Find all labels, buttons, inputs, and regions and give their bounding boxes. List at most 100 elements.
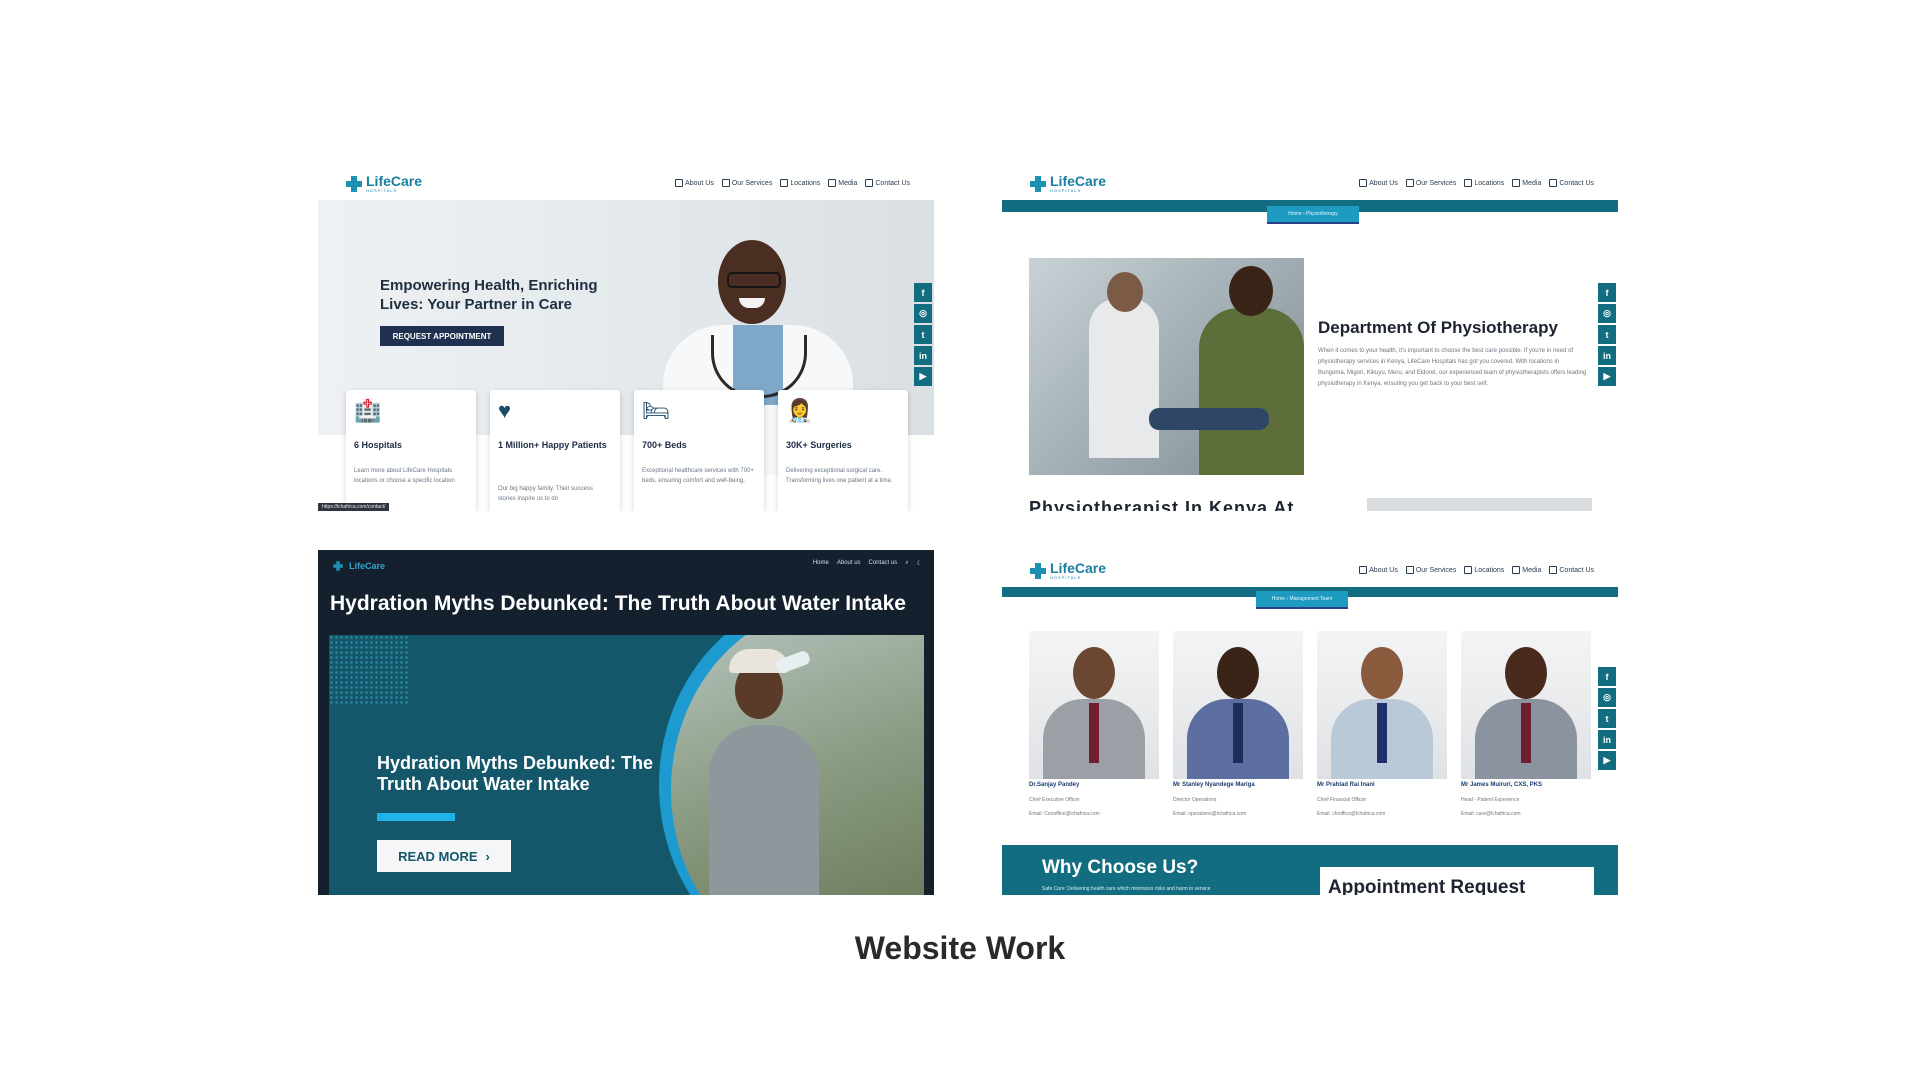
- member-email[interactable]: Email: care@lchafrica.com: [1461, 811, 1591, 817]
- physiotherapy-page-screenshot: LifeCare HOSPITALS About Us Our Services…: [1002, 168, 1618, 511]
- stat-text: Our big happy family. Their success stor…: [498, 486, 593, 502]
- instagram-icon[interactable]: ◎: [914, 304, 932, 323]
- team-member-card[interactable]: Mr Stanley Nyandege Mariga Director Oper…: [1173, 631, 1303, 817]
- stat-text: Delivering exceptional surgical care. Tr…: [786, 468, 893, 484]
- services-icon: [721, 179, 730, 187]
- logo[interactable]: LifeCare HOSPITALS: [346, 174, 422, 193]
- stat-title: 1 Million+ Happy Patients: [498, 440, 607, 450]
- menu-services[interactable]: Our Services: [1405, 179, 1456, 187]
- stat-card-beds[interactable]: 🛏 700+ Beds Exceptional healthcare servi…: [634, 390, 764, 511]
- menu-contact[interactable]: Contact Us: [865, 179, 910, 187]
- department-description: When it comes to your health, it's impor…: [1318, 348, 1587, 387]
- member-name: Mr James Muiruri, CXS, PKS: [1461, 782, 1543, 788]
- menu-services[interactable]: Our Services: [1405, 566, 1456, 574]
- blog-logo[interactable]: LifeCare: [330, 558, 385, 574]
- logo-cross-icon: [346, 175, 362, 192]
- member-email[interactable]: Email: Ceooffice@lchafrica.com: [1029, 811, 1159, 817]
- management-team-screenshot: LifeCare HOSPITALS About Us Our Services…: [1002, 555, 1618, 895]
- twitter-icon[interactable]: t: [1598, 325, 1616, 344]
- dark-mode-icon[interactable]: ☾: [917, 560, 922, 567]
- social-sidebar: f ◎ t in ▶: [1598, 667, 1616, 770]
- accent-bar: [377, 813, 455, 821]
- woman-drinking-water-photo: [671, 635, 924, 895]
- youtube-icon[interactable]: ▶: [1598, 751, 1616, 770]
- logo[interactable]: LifeCare HOSPITALS: [1030, 174, 1106, 193]
- navbar: LifeCare HOSPITALS About Us Our Services…: [1002, 168, 1618, 200]
- facebook-icon[interactable]: f: [1598, 667, 1616, 686]
- logo-cross-icon: [333, 561, 343, 571]
- logo-text: LifeCare: [366, 173, 423, 189]
- blog-menu-contact[interactable]: Contact us: [869, 560, 898, 567]
- stat-card-surgeries[interactable]: 👩‍⚕️ 30K+ Surgeries Delivering exception…: [778, 390, 908, 511]
- member-photo: [1461, 631, 1591, 779]
- logo-text: LifeCare: [1050, 173, 1107, 189]
- youtube-icon[interactable]: ▶: [1598, 367, 1616, 386]
- logo[interactable]: LifeCare HOSPITALS: [1030, 561, 1106, 580]
- twitter-icon[interactable]: t: [914, 325, 932, 344]
- team-member-card[interactable]: Dr.Sanjay Pandey Chief Executive Officer…: [1029, 631, 1159, 817]
- member-role: Director Operations: [1173, 797, 1217, 803]
- facebook-icon[interactable]: f: [1598, 283, 1616, 302]
- search-icon[interactable]: ⌕: [905, 560, 908, 567]
- menu-about[interactable]: About Us: [1359, 179, 1398, 187]
- member-role: Head - Patient Experience: [1461, 797, 1520, 803]
- menu-locations[interactable]: Locations: [780, 179, 820, 187]
- user-icon: [1359, 566, 1368, 574]
- facebook-icon[interactable]: f: [914, 283, 932, 302]
- home-page-screenshot: LifeCare HOSPITALS About Us Our Services…: [318, 168, 934, 511]
- contact-icon: [1549, 566, 1558, 574]
- stat-text: Exceptional healthcare services with 700…: [642, 468, 754, 484]
- blog-navbar: LifeCare Home About us Contact us ⌕ ☾: [318, 550, 934, 578]
- hospital-icon: 🏥: [354, 398, 382, 423]
- menu-contact[interactable]: Contact Us: [1549, 179, 1594, 187]
- team-member-card[interactable]: Mr Prahlad Rai Inani Chief Financial Off…: [1317, 631, 1447, 817]
- location-icon: [1464, 179, 1473, 187]
- linkedin-icon[interactable]: in: [914, 346, 932, 365]
- menu-media[interactable]: Media: [1512, 566, 1541, 574]
- services-icon: [1405, 179, 1414, 187]
- stats-cards: 🏥 6 Hospitals Learn more about LifeCare …: [346, 390, 908, 511]
- services-icon: [1405, 566, 1414, 574]
- instagram-icon[interactable]: ◎: [1598, 304, 1616, 323]
- user-icon: [1359, 179, 1368, 187]
- instagram-icon[interactable]: ◎: [1598, 688, 1616, 707]
- linkedin-icon[interactable]: in: [1598, 730, 1616, 749]
- image-icon: [1512, 566, 1521, 574]
- page-title: Department Of Physiotherapy: [1318, 318, 1558, 337]
- member-email[interactable]: Email: cfooffice@lchafrica.com: [1317, 811, 1447, 817]
- logo-text: LifeCare: [1050, 560, 1107, 576]
- menu-locations[interactable]: Locations: [1464, 179, 1504, 187]
- member-photo: [1029, 631, 1159, 779]
- physiotherapy-photo: [1029, 258, 1304, 475]
- team-grid: Dr.Sanjay Pandey Chief Executive Officer…: [1029, 631, 1591, 817]
- breadcrumb[interactable]: Home › Physiotherapy: [1267, 206, 1359, 224]
- contact-icon: [1549, 179, 1558, 187]
- menu-services[interactable]: Our Services: [721, 179, 772, 187]
- request-appointment-button[interactable]: REQUEST APPOINTMENT: [380, 326, 504, 346]
- menu-media[interactable]: Media: [828, 179, 857, 187]
- menu-about[interactable]: About Us: [1359, 566, 1398, 574]
- section-heading: Physiotherapist In Kenya At: [1029, 498, 1295, 511]
- member-role: Chief Executive Officer: [1029, 797, 1080, 803]
- contact-icon: [865, 179, 874, 187]
- team-member-card[interactable]: Mr James Muiruri, CXS, PKS Head - Patien…: [1461, 631, 1591, 817]
- member-role: Chief Financial Officer: [1317, 797, 1367, 803]
- youtube-icon[interactable]: ▶: [914, 367, 932, 386]
- member-name: Mr Stanley Nyandege Mariga: [1173, 782, 1255, 788]
- menu-locations[interactable]: Locations: [1464, 566, 1504, 574]
- menu-media[interactable]: Media: [1512, 179, 1541, 187]
- read-more-button[interactable]: READ MORE ›: [377, 840, 511, 872]
- menu-about[interactable]: About Us: [675, 179, 714, 187]
- blog-menu-home[interactable]: Home: [813, 560, 829, 567]
- blog-menu-about[interactable]: About us: [837, 560, 861, 567]
- twitter-icon[interactable]: t: [1598, 709, 1616, 728]
- member-photo: [1173, 631, 1303, 779]
- stat-card-hospitals[interactable]: 🏥 6 Hospitals Learn more about LifeCare …: [346, 390, 476, 511]
- stat-card-patients[interactable]: ♥ 1 Million+ Happy Patients Our big happ…: [490, 390, 620, 511]
- menu-contact[interactable]: Contact Us: [1549, 566, 1594, 574]
- hero-title: Empowering Health, Enriching Lives: Your…: [380, 277, 598, 313]
- breadcrumb[interactable]: Home › Management Team: [1256, 591, 1348, 609]
- logo-cross-icon: [1030, 562, 1046, 579]
- member-email[interactable]: Email: operations@lchafrica.com: [1173, 811, 1303, 817]
- linkedin-icon[interactable]: in: [1598, 346, 1616, 365]
